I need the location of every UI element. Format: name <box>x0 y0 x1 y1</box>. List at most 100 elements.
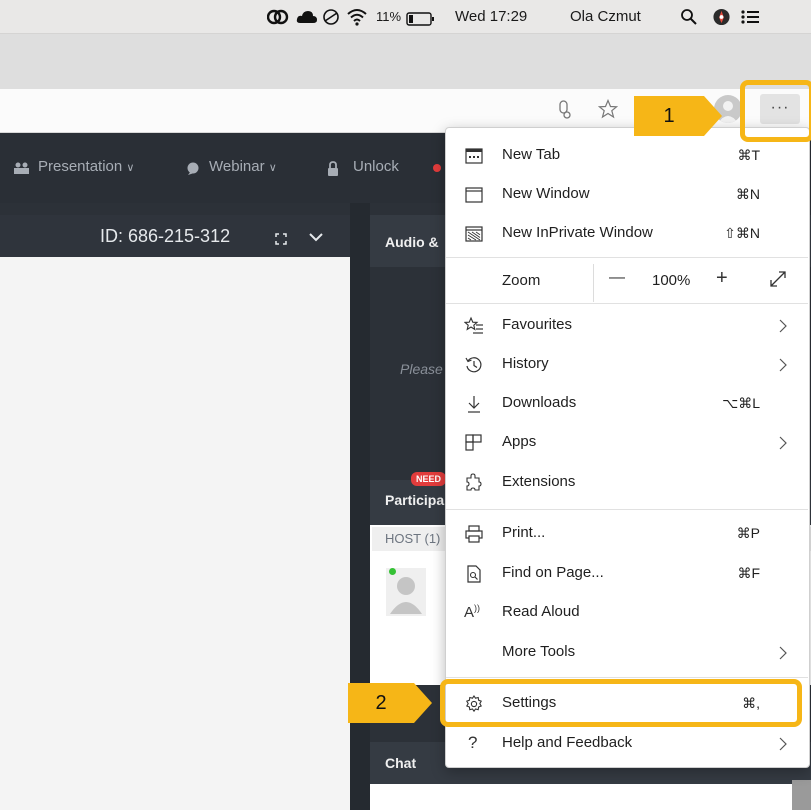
wifi-icon[interactable] <box>346 8 368 26</box>
menu-item-find-on-page[interactable]: Find on Page... ⌘F <box>446 554 808 593</box>
menu-item-label: Help and Feedback <box>502 734 633 751</box>
fullscreen-icon[interactable] <box>275 233 287 245</box>
webinar-icon <box>187 162 199 175</box>
chevron-right-icon <box>779 436 787 450</box>
audio-panel-title: Audio & <box>385 234 439 250</box>
menu-item-downloads[interactable]: Downloads ⌥⌘L <box>446 384 808 423</box>
menu-item-shortcut: ⌘F <box>737 565 760 581</box>
menu-item-help-and-feedback[interactable]: ? Help and Feedback <box>446 724 808 763</box>
video-area <box>0 257 350 810</box>
favourite-star-icon[interactable] <box>598 99 618 119</box>
menu-separator <box>446 677 808 678</box>
menu-item-extensions[interactable]: Extensions <box>446 463 808 502</box>
menu-item-shortcut: ⌘P <box>736 525 760 541</box>
zoom-in-button[interactable]: + <box>716 267 728 290</box>
favourites-icon <box>464 316 483 334</box>
menu-item-shortcut: ⌘N <box>735 186 760 202</box>
menu-item-shortcut: ⇧⌘N <box>724 225 760 241</box>
macos-menubar: 11% Wed 17:29 Ola Czmut <box>0 0 811 34</box>
menu-item-label: Read Aloud <box>502 603 580 620</box>
browser-tab-strip <box>0 34 811 89</box>
menubar-datetime[interactable]: Wed 17:29 <box>455 0 527 34</box>
cloud-icon[interactable] <box>296 8 318 26</box>
presentation-icon <box>14 162 29 174</box>
menu-item-shortcut: ⌥⌘L <box>722 395 760 411</box>
extensions-icon <box>466 473 482 491</box>
highlight-more-button <box>740 80 811 142</box>
list-icon[interactable] <box>740 8 760 26</box>
menu-item-print[interactable]: Print... ⌘P <box>446 514 808 553</box>
history-icon <box>465 357 482 373</box>
read-aloud-icon: A)) <box>464 603 481 621</box>
online-status-dot <box>389 568 396 575</box>
lock-icon <box>328 161 338 176</box>
meeting-id: ID: 686-215-312 <box>100 226 231 246</box>
fullscreen-expand-icon[interactable] <box>769 270 787 288</box>
new-tab-icon <box>465 148 483 164</box>
menu-item-label: Favourites <box>502 316 573 333</box>
presentation-menu[interactable]: Presentation ∨ <box>38 158 134 175</box>
new-window-icon <box>465 187 483 203</box>
clock-icon[interactable] <box>322 8 340 26</box>
find-icon <box>467 565 481 583</box>
menu-item-label: Find on Page... <box>502 564 604 581</box>
chevron-right-icon <box>779 358 787 372</box>
zoom-divider <box>593 264 594 302</box>
host-label: HOST (1) <box>385 531 441 546</box>
participants-title: Participa <box>385 492 445 508</box>
menu-item-shortcut: ⌘T <box>737 147 760 163</box>
step-2-arrow <box>414 683 432 723</box>
menu-item-label: New InPrivate Window <box>502 224 653 241</box>
chat-body <box>370 784 811 810</box>
menu-item-apps[interactable]: Apps <box>446 423 808 462</box>
step-1-arrow <box>704 96 722 136</box>
audio-panel-message: Please <box>400 361 443 377</box>
inprivate-icon <box>465 226 483 242</box>
menu-item-label: Apps <box>502 433 537 450</box>
step-1-callout: 1 <box>634 96 704 136</box>
webinar-menu[interactable]: Webinar ∨ <box>209 158 277 175</box>
chevron-down-icon[interactable] <box>308 231 324 243</box>
zoom-out-button[interactable]: — <box>609 269 625 287</box>
chevron-right-icon <box>779 737 787 751</box>
menu-item-label: History <box>502 355 549 372</box>
menu-item-new-inprivate-window[interactable]: New InPrivate Window ⇧⌘N <box>446 214 808 253</box>
chat-title: Chat <box>385 755 417 771</box>
menu-item-label: New Tab <box>502 146 561 163</box>
chevron-right-icon <box>779 319 787 333</box>
participant-avatar-icon <box>386 568 426 616</box>
search-icon[interactable] <box>680 8 698 26</box>
unlock-button[interactable]: Unlock <box>353 158 399 175</box>
chevron-right-icon <box>779 646 787 660</box>
menu-item-zoom: Zoom — 100% + <box>446 259 808 301</box>
compass-icon[interactable] <box>712 8 731 26</box>
menu-item-label: New Window <box>502 185 590 202</box>
menu-item-favourites[interactable]: Favourites <box>446 306 808 345</box>
menu-item-history[interactable]: History <box>446 345 808 384</box>
menubar-user[interactable]: Ola Czmut <box>570 0 641 34</box>
zoom-label: Zoom <box>502 272 541 289</box>
creative-cloud-icon[interactable] <box>267 8 289 26</box>
battery-percent: 11% <box>376 9 402 24</box>
menu-item-more-tools[interactable]: More Tools <box>446 633 808 672</box>
downloads-icon <box>468 396 480 413</box>
highlight-settings-item <box>440 679 802 727</box>
menu-item-label: Extensions <box>502 473 576 490</box>
record-dot-icon <box>433 164 441 172</box>
menu-item-read-aloud[interactable]: A)) Read Aloud <box>446 593 808 632</box>
menu-separator <box>446 257 808 258</box>
menu-item-label: Print... <box>502 524 546 541</box>
menu-item-label: More Tools <box>502 643 576 660</box>
step-2-callout: 2 <box>348 683 414 723</box>
menu-item-new-window[interactable]: New Window ⌘N <box>446 175 808 214</box>
menu-separator <box>446 509 808 510</box>
need-badge: NEED <box>411 472 447 486</box>
print-icon <box>465 525 483 543</box>
battery-icon[interactable] <box>406 10 436 28</box>
menu-separator <box>446 303 808 304</box>
microphone-icon[interactable] <box>556 100 572 120</box>
apps-icon <box>465 434 482 451</box>
menu-item-label: Downloads <box>502 394 577 411</box>
resize-handle[interactable] <box>792 780 811 810</box>
help-icon: ? <box>468 733 478 752</box>
